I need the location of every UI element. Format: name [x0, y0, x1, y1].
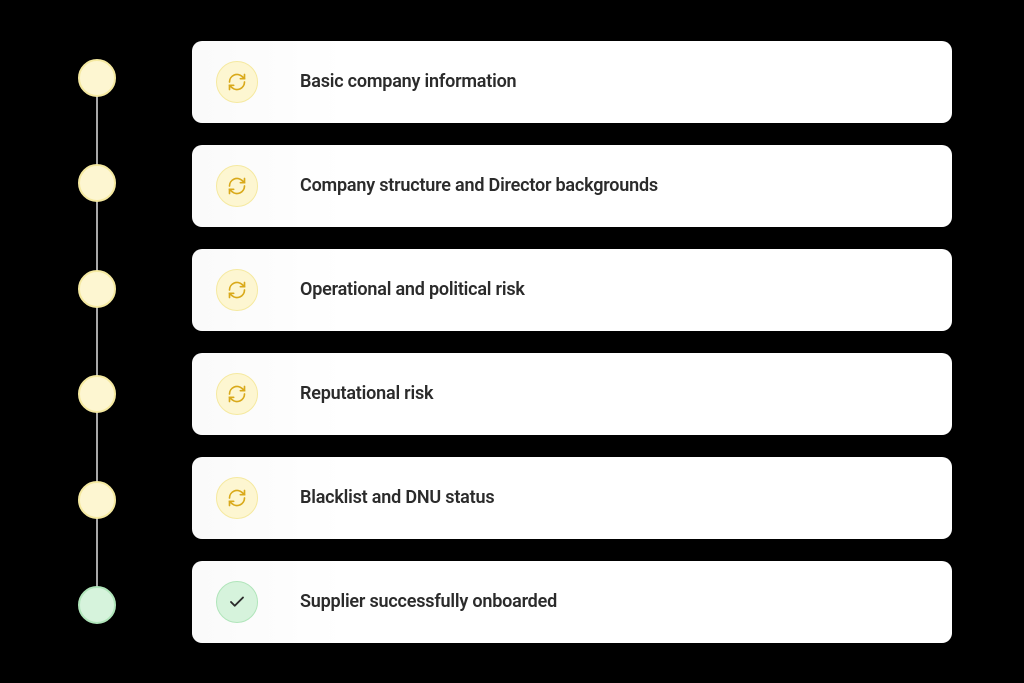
timeline-node-step-6	[78, 586, 116, 624]
step-label: Blacklist and DNU status	[300, 487, 494, 508]
timeline-node-step-1	[78, 59, 116, 97]
step-card-company-structure: Company structure and Director backgroun…	[192, 145, 952, 227]
step-label: Basic company information	[300, 71, 516, 92]
step-label: Operational and political risk	[300, 279, 525, 300]
step-label: Reputational risk	[300, 383, 433, 404]
step-card-basic-company-info: Basic company information	[192, 41, 952, 123]
timeline-node-step-3	[78, 270, 116, 308]
timeline-track	[72, 41, 122, 643]
refresh-icon	[216, 477, 258, 519]
timeline-node-step-2	[78, 164, 116, 202]
refresh-icon	[216, 61, 258, 103]
step-card-supplier-onboarded: Supplier successfully onboarded	[192, 561, 952, 643]
step-card-reputational-risk: Reputational risk	[192, 353, 952, 435]
check-icon	[216, 581, 258, 623]
step-label: Company structure and Director backgroun…	[300, 175, 658, 196]
timeline-connector	[96, 75, 98, 609]
step-card-list: Basic company information Company struct…	[192, 41, 952, 643]
step-card-blacklist-dnu: Blacklist and DNU status	[192, 457, 952, 539]
step-label: Supplier successfully onboarded	[300, 591, 557, 612]
onboarding-timeline: Basic company information Company struct…	[32, 21, 992, 663]
timeline-node-step-5	[78, 481, 116, 519]
step-card-operational-political-risk: Operational and political risk	[192, 249, 952, 331]
timeline-node-step-4	[78, 375, 116, 413]
refresh-icon	[216, 373, 258, 415]
refresh-icon	[216, 269, 258, 311]
refresh-icon	[216, 165, 258, 207]
